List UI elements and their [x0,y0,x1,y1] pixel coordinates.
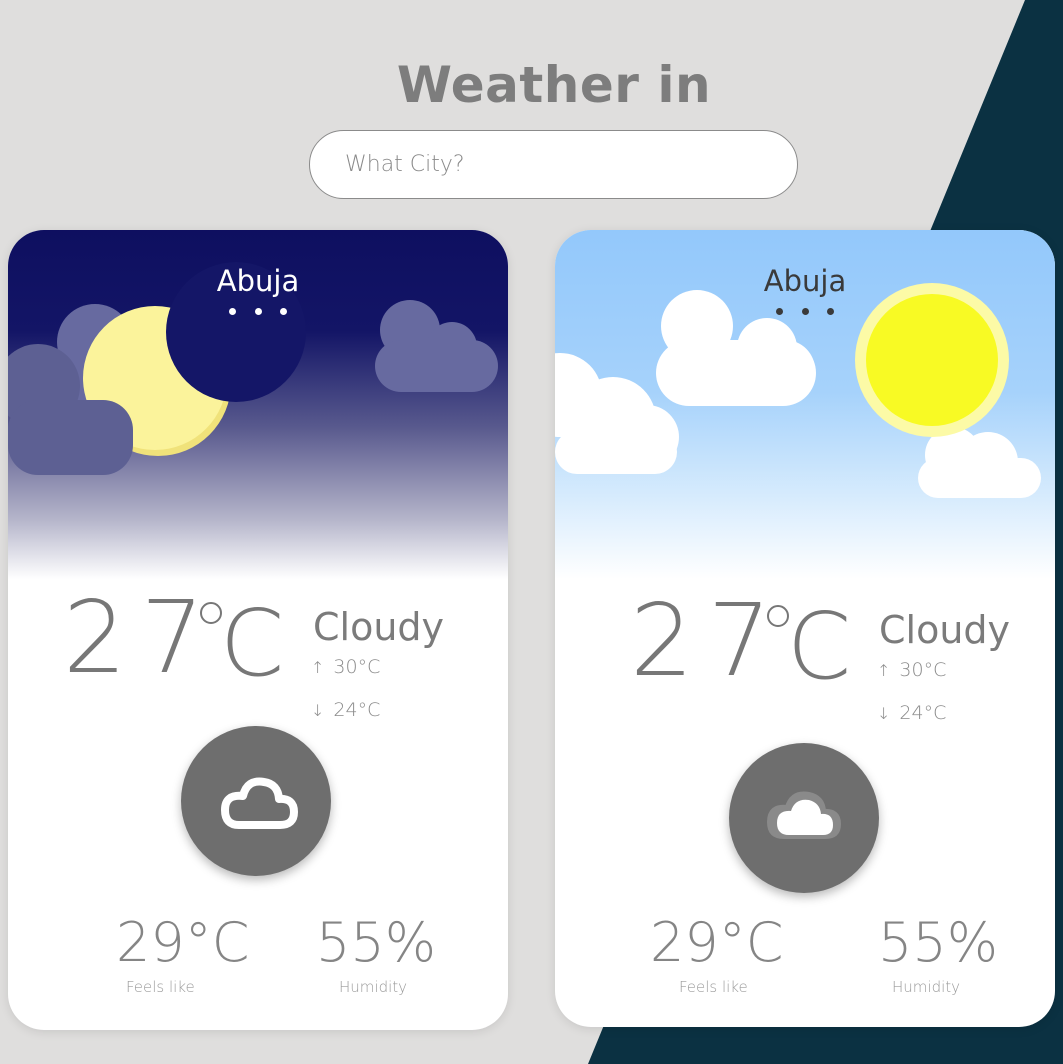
sun-icon [855,283,1009,437]
city-name: Abuja [763,264,847,298]
temperature-unit: C [220,590,285,697]
temperature-low: ↓ 24°C [311,699,381,721]
feels-like-value: 29°C [650,911,784,974]
arrow-up-icon: ↑ [877,661,891,680]
temperature-high: ↑ 30°C [877,659,947,681]
humidity-value: 55% [316,911,437,974]
weather-condition: Cloudy [879,608,1011,652]
arrow-up-icon: ↑ [311,658,325,677]
current-temperature: 27 [63,579,219,696]
humidity-value: 55% [878,911,999,974]
cloud-icon [221,777,298,829]
more-options-dots[interactable] [776,306,834,316]
humidity-label: Humidity [892,978,961,996]
weather-icon-button[interactable] [729,743,879,893]
weather-condition: Cloudy [313,605,445,649]
feels-like-label: Feels like [126,978,195,996]
feels-like-label: Feels like [679,978,748,996]
degree-symbol [200,602,222,624]
temperature-low: ↓ 24°C [877,702,947,724]
cloud-icon [766,791,842,839]
feels-like-value: 29°C [116,911,250,974]
arrow-down-icon: ↓ [311,701,325,720]
arrow-down-icon: ↓ [877,704,891,723]
humidity-label: Humidity [339,978,408,996]
weather-card-night: Abuja 27 C Cloudy ↑ 30°C ↓ 24°C 29°C Feels… [8,230,508,1030]
city-search-input[interactable] [309,130,798,199]
city-name: Abuja [216,264,300,298]
degree-symbol [767,605,789,627]
current-temperature: 27 [630,582,786,699]
weather-icon-button[interactable] [181,726,331,876]
temperature-unit: C [787,593,852,700]
more-options-dots[interactable] [229,306,287,316]
weather-card-day: Abuja 27 C Cloudy ↑ 30°C ↓ 24°C 29°C Feels… [555,230,1055,1027]
page-title: Weather in [396,56,712,114]
temperature-high: ↑ 30°C [311,656,381,678]
